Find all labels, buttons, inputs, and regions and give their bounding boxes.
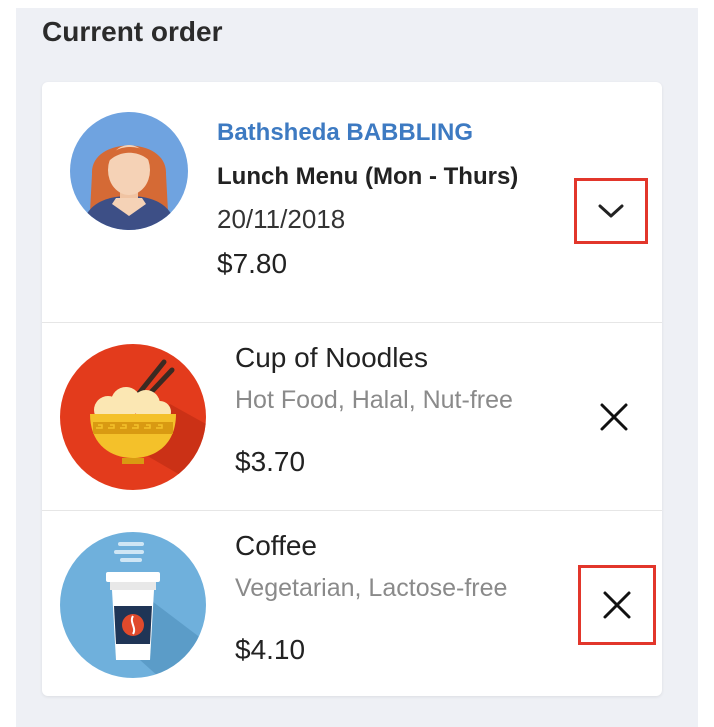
close-icon	[600, 403, 628, 431]
order-item-coffee: Coffee Vegetarian, Lactose-free $4.10	[42, 512, 662, 698]
menu-name: Lunch Menu (Mon - Thurs)	[217, 163, 519, 190]
item-price: $4.10	[235, 634, 306, 665]
coffee-cup-icon	[60, 532, 206, 678]
order-item-noodles: Cup of Noodles Hot Food, Halal, Nut-free…	[42, 324, 662, 510]
item-name: Coffee	[235, 530, 317, 561]
remove-item-button[interactable]	[582, 379, 646, 455]
item-tags: Vegetarian, Lactose-free	[235, 574, 508, 602]
order-total: $7.80	[217, 248, 288, 279]
order-header: Bathsheda BABBLING Lunch Menu (Mon - Thu…	[42, 82, 662, 322]
noodles-bowl-icon	[60, 344, 206, 490]
item-image	[60, 532, 206, 678]
item-image	[60, 344, 206, 490]
item-price: $3.70	[235, 446, 306, 477]
close-icon	[603, 591, 631, 619]
item-divider	[42, 322, 662, 323]
chevron-down-icon	[598, 204, 624, 218]
customer-name[interactable]: Bathsheda BABBLING	[217, 119, 473, 147]
item-divider	[42, 510, 662, 511]
remove-item-button[interactable]	[578, 565, 656, 645]
order-date: 20/11/2018	[217, 204, 346, 234]
item-name: Cup of Noodles	[235, 342, 429, 373]
order-card: Bathsheda BABBLING Lunch Menu (Mon - Thu…	[42, 82, 662, 696]
customer-avatar	[70, 112, 188, 230]
item-tags: Hot Food, Halal, Nut-free	[235, 386, 513, 414]
avatar-icon	[70, 112, 188, 230]
section-title: Current order	[42, 16, 223, 47]
expand-order-button[interactable]	[574, 178, 648, 244]
